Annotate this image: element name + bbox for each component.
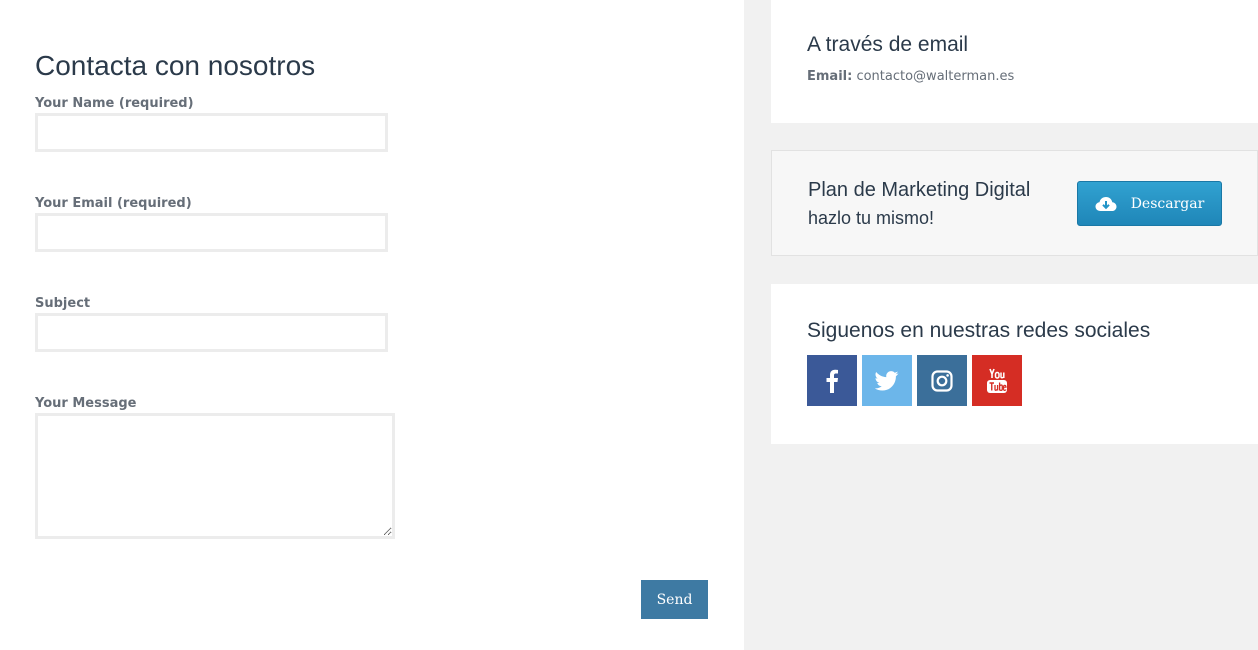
send-button[interactable]: Send [641,580,708,619]
plan-subtitle: hazlo tu mismo! [808,208,935,228]
subject-input[interactable] [35,313,388,352]
email-card-title: A través de email [807,33,969,56]
email-input[interactable] [35,213,388,252]
message-label: Your Message [35,396,137,411]
email-info: Email: contacto@walterman.es [807,69,1014,84]
email-card: A través de email Email: contacto@walter… [771,0,1258,123]
instagram-icon [931,369,953,392]
youtube-button[interactable] [972,355,1022,406]
instagram-button[interactable] [917,355,967,406]
youtube-icon [986,368,1008,394]
page-title: Contacta con nosotros [35,50,316,81]
name-label: Your Name (required) [35,96,194,111]
facebook-icon [825,369,839,393]
cloud-download-icon [1095,196,1117,212]
social-card: Siguenos en nuestras redes sociales [771,284,1258,444]
email-label: Your Email (required) [35,196,192,211]
facebook-button[interactable] [807,355,857,406]
download-button[interactable]: Descargar [1077,181,1222,226]
email-info-label: Email: [807,69,853,84]
social-links [807,355,1022,406]
twitter-icon [875,370,899,391]
email-address-link[interactable]: contacto@walterman.es [856,69,1014,84]
download-button-label: Descargar [1130,195,1205,212]
social-card-title: Siguenos en nuestras redes sociales [807,319,1151,342]
plan-title: Plan de Marketing Digital [808,179,1031,201]
twitter-button[interactable] [862,355,912,406]
marketing-plan-card: Plan de Marketing Digital hazlo tu mismo… [771,150,1258,256]
subject-label: Subject [35,296,91,311]
contact-form-panel: Contacta con nosotros Your Name (require… [0,0,744,650]
message-textarea[interactable] [35,413,395,539]
name-input[interactable] [35,113,388,152]
